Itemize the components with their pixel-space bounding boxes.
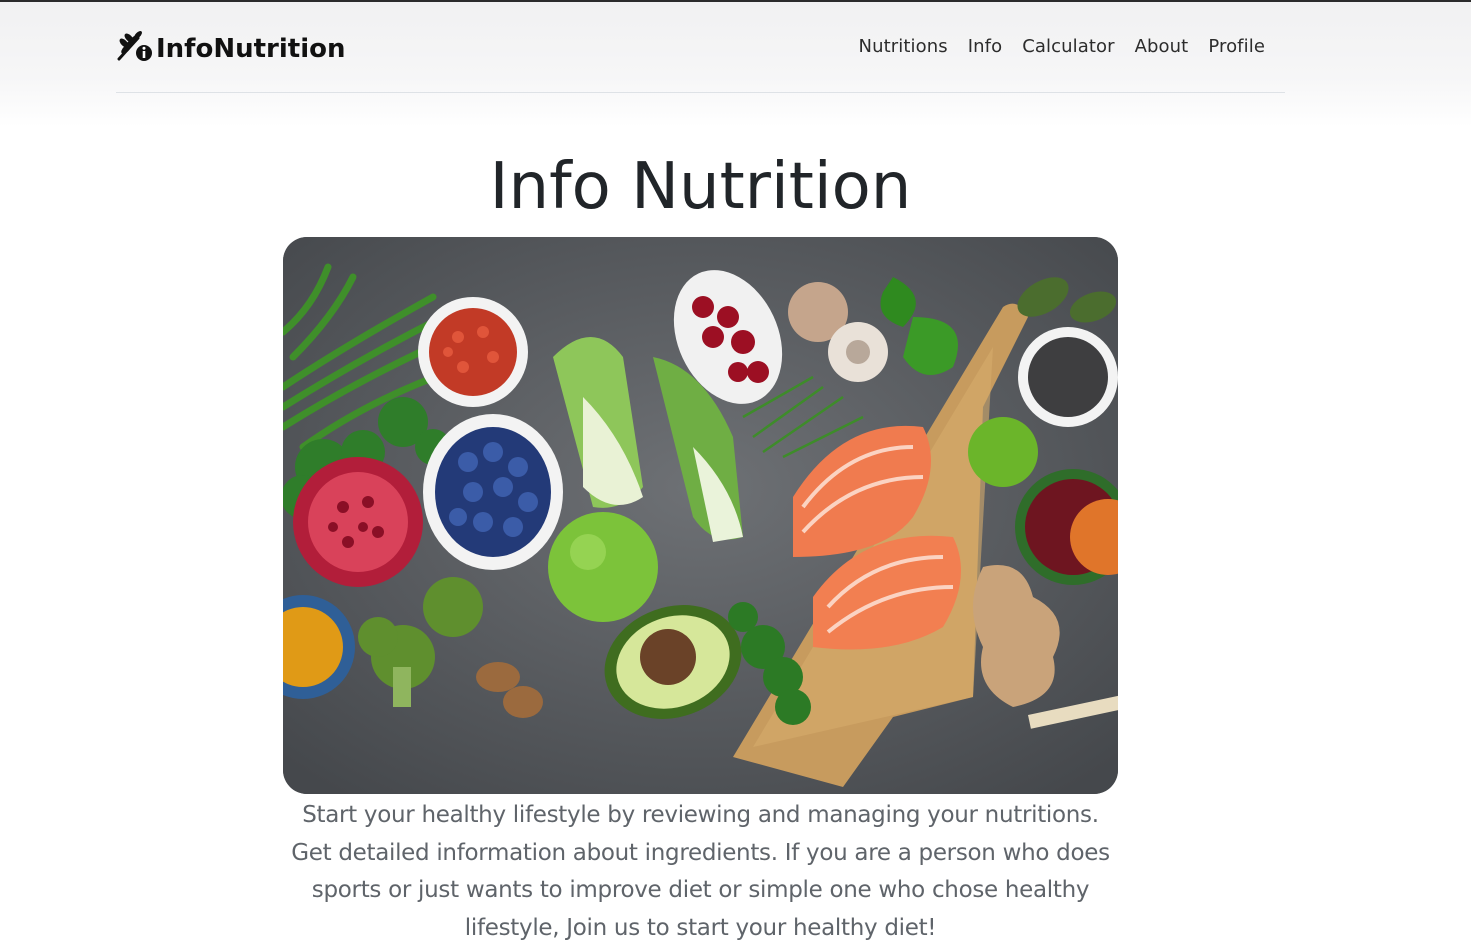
nav-nutritions[interactable]: Nutritions xyxy=(859,36,948,57)
healthy-food-illustration xyxy=(283,237,1118,794)
main-nav: Nutritions Info Calculator About Profile xyxy=(859,36,1265,57)
hero-image xyxy=(283,237,1118,794)
wheat-info-icon xyxy=(116,30,154,69)
nav-info[interactable]: Info xyxy=(968,36,1002,57)
brand-name: InfoNutrition xyxy=(156,34,346,64)
brand-link[interactable]: InfoNutrition xyxy=(116,30,346,69)
nav-profile[interactable]: Profile xyxy=(1208,36,1265,57)
page-title: Info Nutrition xyxy=(489,150,912,224)
hero-description: Start your healthy lifestyle by reviewin… xyxy=(291,802,1110,941)
nav-calculator[interactable]: Calculator xyxy=(1022,36,1114,57)
navbar: InfoNutrition Nutritions Info Calculator… xyxy=(116,2,1285,93)
nav-about[interactable]: About xyxy=(1135,36,1189,57)
